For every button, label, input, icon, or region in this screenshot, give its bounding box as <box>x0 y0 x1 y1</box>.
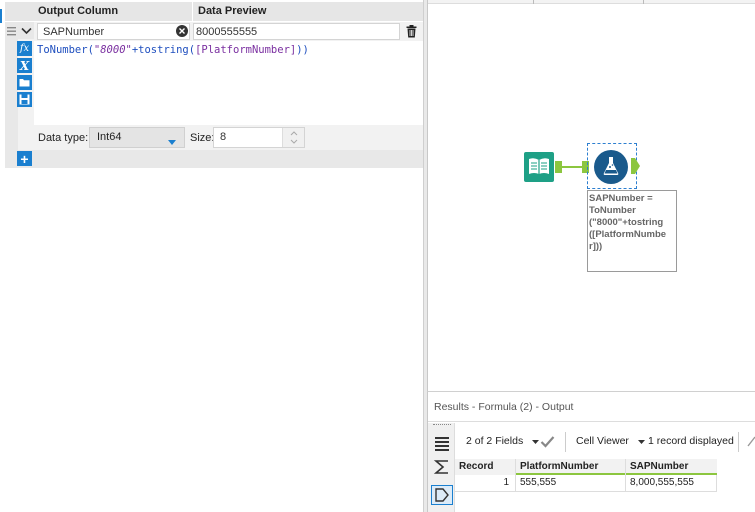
column-header-record[interactable]: Record <box>455 459 515 475</box>
expression-token: +tostring( <box>131 44 196 56</box>
workflow-canvas[interactable]: SAPNumber = ToNumber ("8000"+tostring ([… <box>427 0 755 391</box>
size-input[interactable]: 8 <box>213 127 305 148</box>
chevron-down-icon <box>168 136 176 148</box>
size-label: Size: <box>190 132 215 144</box>
column-header-platformnumber[interactable]: PlatformNumber <box>515 459 625 475</box>
add-row-strip <box>5 150 423 168</box>
formula-config-panel: Output Column Data Preview SAPNumber 800… <box>0 0 423 512</box>
canvas-tab-divider-2 <box>643 0 644 4</box>
canvas-tab-divider-1 <box>533 0 534 4</box>
output-column-header: Output Column <box>38 2 188 21</box>
chevron-down-icon <box>532 435 540 447</box>
sapnumber-cell[interactable]: 8,000,555,555 <box>625 475 717 492</box>
fields-selector[interactable]: 2 of 2 Fields <box>466 435 540 449</box>
input-output-anchor[interactable] <box>555 161 562 173</box>
tool-annotation: SAPNumber = ToNumber ("8000"+tostring ([… <box>587 190 677 272</box>
formula-output-anchor[interactable] <box>631 158 640 174</box>
chevron-down-icon <box>637 435 645 447</box>
canvas-tabs <box>428 0 755 4</box>
platformnumber-cell[interactable]: 555,555 <box>515 475 625 492</box>
tag-icon[interactable] <box>431 485 453 505</box>
records-displayed: 1 record displayed <box>648 435 734 447</box>
data-type-select[interactable]: Int64 <box>89 127 185 148</box>
checkmark-icon[interactable] <box>540 435 555 448</box>
header-divider <box>192 2 193 21</box>
cell-viewer-label: Cell Viewer <box>576 435 629 447</box>
results-pane: Results - Formula (2) - Output 2 of 2 Fi… <box>427 391 755 512</box>
connection-line[interactable] <box>562 166 582 168</box>
expression-editor[interactable]: ToNumber("8000"+tostring([PlatformNumber… <box>34 41 423 125</box>
data-preview-value: 8000555555 <box>193 23 400 40</box>
column-header-sapnumber[interactable]: SAPNumber <box>625 459 717 475</box>
table-row[interactable]: 1 555,555 8,000,555,555 <box>455 475 717 492</box>
collapse-chevron-icon[interactable] <box>18 22 34 39</box>
data-type-label: Data type: <box>38 132 89 144</box>
expression-token: [PlatformNumber] <box>195 44 297 56</box>
edit-icon[interactable] <box>745 435 755 448</box>
tool-annotation-text: SAPNumber = ToNumber ("8000"+tostring ([… <box>589 193 667 252</box>
output-column-field[interactable]: SAPNumber <box>37 23 190 40</box>
input-tool[interactable] <box>524 152 554 182</box>
data-preview-header: Data Preview <box>198 2 378 21</box>
expression-token: "8000" <box>93 44 132 56</box>
expression-text: ToNumber("8000"+tostring([PlatformNumber… <box>37 44 309 56</box>
save-icon[interactable] <box>17 92 32 107</box>
drag-handle-icon[interactable] <box>5 25 18 37</box>
results-title: Results - Formula (2) - Output <box>434 401 574 413</box>
results-separator <box>428 421 755 422</box>
selection-marker <box>0 9 2 23</box>
expression-token: ToNumber( <box>37 44 94 56</box>
flask-icon <box>601 155 621 180</box>
delete-row-icon[interactable] <box>404 23 419 39</box>
results-grid: Record PlatformNumber SAPNumber 1 555,55… <box>455 459 755 493</box>
toolbar-divider-2 <box>738 432 739 452</box>
size-stepper[interactable] <box>282 128 304 147</box>
app-window: Output Column Data Preview SAPNumber 800… <box>0 0 755 512</box>
size-value: 8 <box>220 131 227 143</box>
book-icon <box>527 156 551 179</box>
folder-icon[interactable] <box>17 75 32 90</box>
fx-icon[interactable]: fx <box>17 41 32 56</box>
formula-tool[interactable] <box>594 150 628 184</box>
fields-count: 2 of 2 Fields <box>466 435 524 447</box>
expression-token: )) <box>296 44 309 56</box>
toolbar-divider-1 <box>565 432 566 452</box>
variable-x-icon[interactable]: X <box>17 58 32 73</box>
clear-field-icon[interactable] <box>176 25 188 37</box>
sum-icon[interactable] <box>433 458 451 476</box>
table-view-icon[interactable] <box>433 434 451 452</box>
grip-icon <box>433 424 451 427</box>
data-type-value: Int64 <box>97 131 122 143</box>
record-cell: 1 <box>503 477 509 488</box>
output-column-value: SAPNumber <box>43 26 105 38</box>
cell-viewer-selector[interactable]: Cell Viewer <box>576 435 645 449</box>
plus-icon[interactable]: + <box>17 151 32 167</box>
